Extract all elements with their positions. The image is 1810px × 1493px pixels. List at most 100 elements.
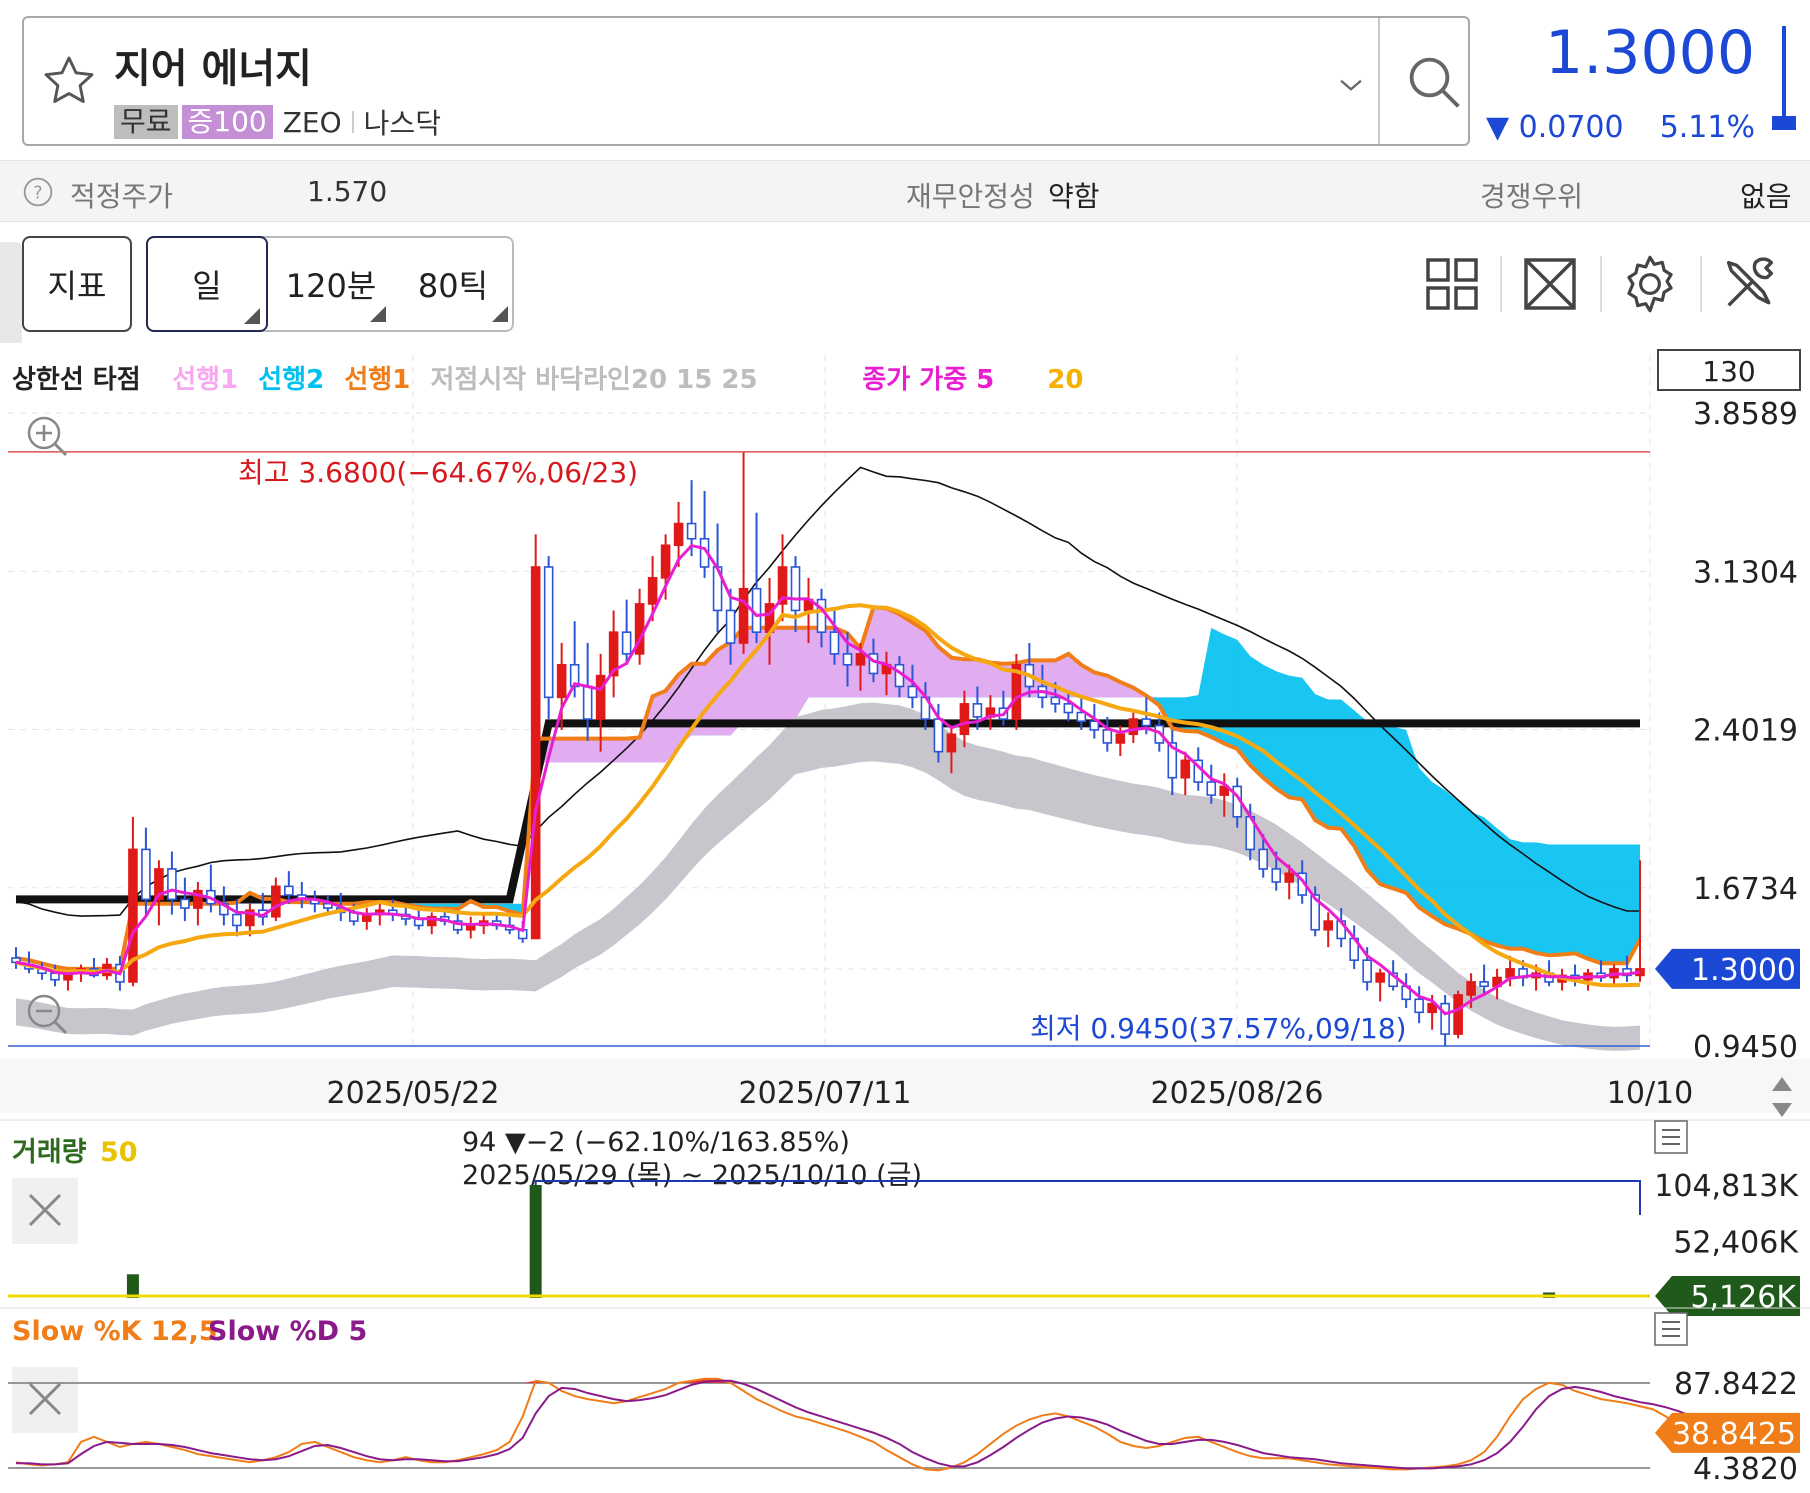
period-day-button[interactable]: 일 xyxy=(146,236,268,332)
stability-value: 약함 xyxy=(1048,180,1100,213)
legend-item: 선행1 xyxy=(172,365,238,395)
price-tick-label: 3.8589 xyxy=(1693,397,1798,432)
legend-item: 선행2 xyxy=(258,365,324,395)
chevron-down-icon[interactable] xyxy=(1334,68,1368,102)
stock-search-box[interactable]: 지어 에너지 무료 증100 ZEO 나스닥 xyxy=(22,16,1470,146)
help-icon[interactable]: ? xyxy=(22,176,54,208)
candle-body xyxy=(790,566,801,612)
stoch-d-line xyxy=(16,1379,1693,1470)
indicator-button[interactable]: 지표 xyxy=(22,236,132,332)
candle-body xyxy=(933,718,944,753)
search-icon[interactable] xyxy=(1402,50,1468,116)
side-drawer-handle[interactable] xyxy=(0,242,22,346)
volume-summary: 94 ▼−2 (−62.10%/163.85%) xyxy=(462,1127,850,1158)
tag-separator xyxy=(351,111,354,133)
candle-body xyxy=(271,885,281,918)
candle-body xyxy=(1271,868,1282,883)
close-volume-icon xyxy=(12,1178,78,1244)
candle-body xyxy=(1323,920,1333,931)
volume-tick-label: 104,813K xyxy=(1654,1169,1799,1204)
stability-label: 재무안정성 xyxy=(906,180,1035,213)
current-price-badge-label: 1.3000 xyxy=(1691,953,1796,988)
candle-body xyxy=(946,733,957,753)
stoch-current-badge-label: 38.8425 xyxy=(1672,1417,1796,1452)
market: 나스닥 xyxy=(363,107,441,140)
date-tick-label: 10/10 xyxy=(1607,1076,1693,1111)
candle-body xyxy=(1414,998,1424,1014)
legend-item: 종가 가중 5 xyxy=(862,365,994,395)
current-price: 1.3000 xyxy=(1545,18,1755,88)
candle-body xyxy=(686,522,697,540)
candle-body xyxy=(1375,972,1385,983)
low-label: 최저 0.9450(37.57%,09/18) xyxy=(1030,1012,1407,1045)
star-icon[interactable] xyxy=(40,52,98,110)
candle-body xyxy=(1453,994,1463,1035)
layout-grid-icon[interactable] xyxy=(1420,252,1484,316)
volume-period: 50 xyxy=(100,1137,138,1168)
candle-body xyxy=(855,653,866,666)
volume-menu-icon xyxy=(1654,1120,1688,1154)
volume-current-badge-label: 5,126K xyxy=(1690,1280,1797,1315)
candle-body xyxy=(1076,711,1087,723)
period-80tick-label: 80틱 xyxy=(417,267,489,305)
tag-free: 무료 xyxy=(114,105,178,139)
candle-body xyxy=(1206,781,1217,796)
candle-body xyxy=(284,885,294,896)
candle-body xyxy=(907,685,918,699)
candle-body xyxy=(1284,872,1295,883)
tool-separator xyxy=(1500,256,1502,312)
candle-body xyxy=(543,566,554,699)
price-change: ▼ 0.0700 xyxy=(1486,110,1624,145)
stoch-overbought-fill xyxy=(522,1380,536,1383)
candle-body xyxy=(530,566,541,940)
ticker: ZEO xyxy=(282,105,342,139)
price-range-bar xyxy=(1782,26,1786,126)
advantage-value: 없음 xyxy=(1740,180,1792,213)
candle-body xyxy=(647,577,658,605)
valuation-info-row: ? 적정주가 1.570 재무안정성 약함 경쟁우위 없음 xyxy=(0,160,1810,222)
legend-item: 20 xyxy=(1047,365,1083,395)
dropdown-corner-icon xyxy=(244,308,260,324)
fair-price-value: 1.570 xyxy=(307,175,388,208)
stock-name: 지어 에너지 xyxy=(114,46,312,92)
candle-body xyxy=(842,653,853,666)
price-change-pct: 5.11% xyxy=(1659,110,1755,145)
candle-body xyxy=(595,674,606,720)
candle-body xyxy=(1102,729,1113,744)
candle-body xyxy=(1115,733,1126,744)
candle-body xyxy=(1466,981,1476,996)
candle-body xyxy=(1128,718,1139,736)
price-chart[interactable]: 1303.85893.13042.40191.67341.30000.9450 … xyxy=(0,343,1810,1493)
high-label: 최고 3.6800(−64.67%,06/23) xyxy=(238,456,638,489)
expand-icon[interactable] xyxy=(1518,252,1582,316)
candle-body xyxy=(1180,759,1191,779)
candle-body xyxy=(829,631,840,655)
candle-body xyxy=(1258,848,1269,870)
candle-body xyxy=(141,848,151,901)
stoch-d-label: Slow %D 5 xyxy=(208,1316,367,1347)
stoch-k-line xyxy=(15,1377,1693,1472)
price-range-marker xyxy=(1772,116,1796,130)
period-120min-button[interactable]: 120분 xyxy=(272,236,390,332)
candle-body xyxy=(50,972,60,981)
legend-item: 상한선 타점 xyxy=(12,365,141,395)
volume-tick-label: 52,406K xyxy=(1673,1226,1799,1261)
period-80tick-button[interactable]: 80틱 xyxy=(394,236,512,332)
period-120min-label: 120분 xyxy=(285,267,377,305)
candle-body xyxy=(660,544,671,579)
price-tick-label: 2.4019 xyxy=(1693,714,1798,749)
tool-separator xyxy=(1600,256,1602,312)
volume-bar xyxy=(126,1274,139,1298)
candle-body xyxy=(673,522,684,547)
tool-separator xyxy=(1700,256,1702,312)
candle-body xyxy=(180,898,190,909)
stoch-tick-label: 4.3820 xyxy=(1693,1452,1798,1487)
candle-body xyxy=(816,598,827,633)
period-day-label: 일 xyxy=(192,267,222,305)
candle-body xyxy=(972,703,983,718)
tag-margin: 증100 xyxy=(181,105,273,139)
tools-icon[interactable] xyxy=(1718,252,1782,316)
gear-icon[interactable] xyxy=(1618,252,1682,316)
fair-price-label: 적정주가 xyxy=(70,180,174,213)
stoch-menu-icon xyxy=(1654,1312,1688,1346)
